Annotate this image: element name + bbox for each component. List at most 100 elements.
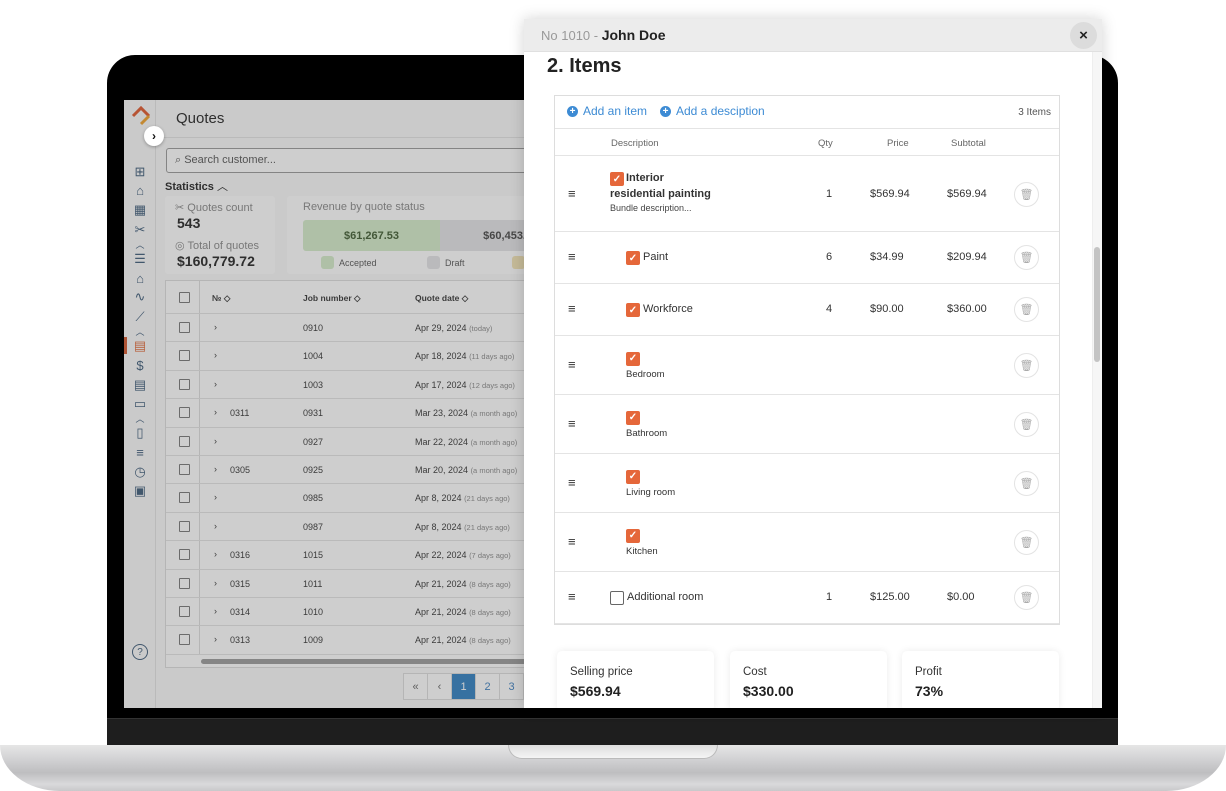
- expand-row-icon[interactable]: ›: [214, 578, 217, 588]
- table-row[interactable]: › 0316 1015 Apr 22, 2024 (7 days ago): [166, 541, 564, 570]
- item-checkbox[interactable]: ✓: [626, 469, 640, 484]
- drag-handle-icon[interactable]: ≡: [568, 416, 576, 431]
- page-2-button[interactable]: 2: [476, 674, 500, 699]
- expand-row-icon[interactable]: ›: [214, 407, 217, 417]
- item-price[interactable]: $125.00: [870, 591, 910, 603]
- expand-row-icon[interactable]: ›: [214, 436, 217, 446]
- document-icon[interactable]: ▯: [124, 424, 156, 443]
- table-row[interactable]: › 0987 Apr 8, 2024 (21 days ago): [166, 512, 564, 542]
- expand-row-icon[interactable]: ›: [214, 379, 217, 389]
- page-1-button[interactable]: 1: [452, 674, 476, 699]
- accepted-bar[interactable]: $61,267.53: [303, 220, 440, 251]
- report-icon[interactable]: ≡: [124, 443, 156, 462]
- item-qty[interactable]: 1: [826, 188, 832, 200]
- header-quote-date[interactable]: Quote date ◇: [415, 293, 468, 304]
- draft-bar[interactable]: $60,453.: [440, 220, 530, 251]
- vertical-scrollbar[interactable]: [1092, 52, 1102, 708]
- expand-row-icon[interactable]: ›: [214, 492, 217, 502]
- table-row[interactable]: › 0315 1011 Apr 21, 2024 (8 days ago): [166, 569, 564, 598]
- delete-item-button[interactable]: 🗑︎: [1014, 245, 1039, 270]
- expand-row-icon[interactable]: ›: [214, 606, 217, 616]
- close-button[interactable]: ×: [1070, 22, 1097, 49]
- add-item-link[interactable]: + Add an item: [567, 104, 647, 118]
- expand-row-icon[interactable]: ›: [214, 464, 217, 474]
- route-icon[interactable]: ∿: [124, 288, 156, 307]
- row-checkbox[interactable]: [179, 407, 190, 419]
- drag-handle-icon[interactable]: ≡: [568, 534, 576, 549]
- clock-icon[interactable]: ◷: [124, 462, 156, 481]
- header-job-number[interactable]: Job number ◇: [303, 293, 361, 304]
- add-description-link[interactable]: + Add a desciption: [660, 104, 765, 118]
- row-checkbox[interactable]: [179, 435, 190, 447]
- table-row[interactable]: › 0910 Apr 29, 2024 (today): [166, 314, 564, 343]
- row-checkbox[interactable]: [179, 350, 190, 362]
- item-row[interactable]: ≡ ✓ Kitchen 🗑︎: [555, 513, 1059, 572]
- item-price[interactable]: $90.00: [870, 303, 904, 315]
- item-checkbox[interactable]: ✓: [626, 351, 640, 366]
- item-price[interactable]: $34.99: [870, 251, 904, 263]
- item-row[interactable]: ≡ ✓ Workforce 4 $90.00 $360.00 🗑︎: [555, 284, 1059, 336]
- item-checkbox[interactable]: ✓: [626, 410, 640, 425]
- select-all-checkbox[interactable]: [179, 292, 190, 303]
- expand-row-icon[interactable]: ›: [214, 521, 217, 531]
- delete-item-button[interactable]: 🗑︎: [1014, 411, 1039, 437]
- tools-icon[interactable]: ✂: [124, 220, 156, 239]
- item-checkbox[interactable]: [610, 591, 624, 605]
- table-row[interactable]: › 0985 Apr 8, 2024 (21 days ago): [166, 484, 564, 513]
- drag-handle-icon[interactable]: ≡: [568, 186, 576, 201]
- item-checkbox[interactable]: ✓: [626, 303, 640, 317]
- item-row[interactable]: ≡ ✓ Paint 6 $34.99 $209.94 🗑︎: [555, 232, 1059, 284]
- prev-page-button[interactable]: ‹: [428, 674, 452, 699]
- folder-icon[interactable]: ▭: [124, 394, 156, 413]
- delete-item-button[interactable]: 🗑︎: [1014, 297, 1039, 322]
- chevron-up-icon[interactable]: ︿: [124, 239, 156, 250]
- horizontal-scrollbar[interactable]: [201, 659, 564, 664]
- drag-handle-icon[interactable]: ≡: [568, 249, 576, 264]
- delete-item-button[interactable]: 🗑︎: [1014, 470, 1039, 496]
- statistics-toggle[interactable]: Statistics ︿: [165, 178, 228, 194]
- drag-handle-icon[interactable]: ≡: [568, 589, 576, 604]
- row-checkbox[interactable]: [179, 322, 190, 333]
- chevron-up-icon[interactable]: ︿: [124, 414, 156, 424]
- item-qty[interactable]: 6: [826, 251, 832, 263]
- row-checkbox[interactable]: [179, 634, 190, 646]
- list-icon[interactable]: ☰: [124, 249, 156, 268]
- contacts-icon[interactable]: ▣: [124, 481, 156, 500]
- item-qty[interactable]: 1: [826, 591, 832, 603]
- delete-item-button[interactable]: 🗑︎: [1014, 352, 1039, 378]
- row-checkbox[interactable]: [179, 577, 190, 589]
- chart-icon[interactable]: ⟋: [124, 307, 156, 326]
- item-price[interactable]: $569.94: [870, 188, 910, 200]
- calculator-icon[interactable]: ▤: [124, 336, 156, 355]
- delete-item-button[interactable]: 🗑︎: [1014, 181, 1039, 207]
- calendar-icon[interactable]: ▦: [124, 201, 156, 220]
- table-row[interactable]: › 1004 Apr 18, 2024 (11 days ago): [166, 342, 564, 371]
- house-worker-icon[interactable]: ⌂: [124, 268, 156, 287]
- row-checkbox[interactable]: [179, 492, 190, 504]
- item-qty[interactable]: 4: [826, 303, 832, 315]
- drag-handle-icon[interactable]: ≡: [568, 301, 576, 316]
- delete-item-button[interactable]: 🗑︎: [1014, 529, 1039, 555]
- dashboard-icon[interactable]: ⊞: [124, 162, 156, 181]
- scrollbar-thumb[interactable]: [1094, 247, 1100, 362]
- item-row[interactable]: ≡ ✓ Living room 🗑︎: [555, 454, 1059, 513]
- page-3-button[interactable]: 3: [500, 674, 524, 699]
- search-input[interactable]: ⌕ Search customer...: [166, 148, 546, 173]
- item-row[interactable]: ≡ ✓ Interior residential painting Bundle …: [555, 157, 1059, 232]
- header-no[interactable]: № ◇: [212, 293, 230, 304]
- item-row[interactable]: ≡ ✓ Bedroom 🗑︎: [555, 336, 1059, 395]
- table-row[interactable]: › 0305 0925 Mar 20, 2024 (a month ago): [166, 456, 564, 485]
- table-row[interactable]: › 0314 1010 Apr 21, 2024 (8 days ago): [166, 598, 564, 627]
- item-checkbox[interactable]: ✓: [626, 528, 640, 543]
- row-checkbox[interactable]: [179, 520, 190, 532]
- first-page-button[interactable]: «: [404, 674, 428, 699]
- invoice-icon[interactable]: $: [124, 356, 156, 375]
- row-checkbox[interactable]: [179, 549, 190, 561]
- chevron-up-icon[interactable]: ︿: [124, 326, 156, 337]
- item-row[interactable]: ≡ Additional room 1 $125.00 $0.00 🗑︎: [555, 572, 1059, 624]
- expand-row-icon[interactable]: ›: [214, 350, 217, 360]
- table-row[interactable]: › 1003 Apr 17, 2024 (12 days ago): [166, 370, 564, 400]
- row-checkbox[interactable]: [179, 464, 190, 475]
- expand-row-icon[interactable]: ›: [214, 634, 217, 644]
- delete-item-button[interactable]: 🗑︎: [1014, 585, 1039, 610]
